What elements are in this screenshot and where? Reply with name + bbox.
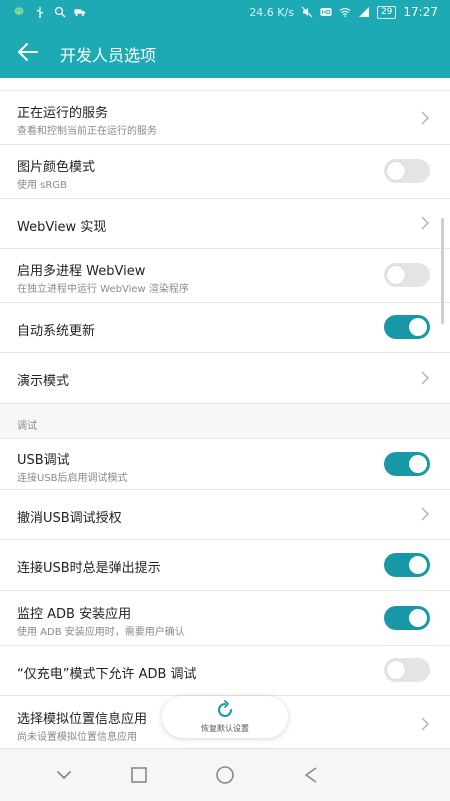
truck-icon [74,9,86,17]
status-bar: 24.6 K/s 29 17:27 [0,0,450,26]
mute-icon [301,6,313,18]
arrow-left-icon [18,43,38,61]
section-title: 调试 [17,421,37,432]
list-top-edge [0,78,450,91]
setting-title: 连接USB时总是弹出提示 [17,561,161,576]
image-color-mode-toggle[interactable] [384,159,430,183]
battery-level: 29 [376,5,397,19]
setting-title: USB调试 [17,453,70,468]
setting-subtitle: 连接USB后启用调试模式 [17,473,128,484]
setting-title: 选择模拟位置信息应用 [17,712,148,727]
setting-multiprocess-webview[interactable]: 启用多进程 WebView 在独立进程中运行 WebView 渲染程序 [0,249,450,303]
setting-revoke-usb-auth[interactable]: 撤消USB调试授权 [0,490,450,540]
setting-image-color-mode[interactable]: 图片颜色模式 使用 sRGB [0,145,450,199]
setting-auto-update[interactable]: 自动系统更新 [0,303,450,353]
wifi-icon [339,8,351,17]
clock: 17:27 [403,5,438,19]
home-circle-icon[interactable] [213,763,237,787]
auto-update-toggle[interactable] [384,315,430,339]
navigation-bar [0,748,450,801]
settings-list: 正在运行的服务 查看和控制当前正在运行的服务 图片颜色模式 使用 sRGB We… [0,78,450,748]
multiprocess-webview-toggle[interactable] [384,263,430,287]
chevron-right-icon [421,111,430,125]
restore-defaults-button[interactable]: 恢复默认设置 [162,696,288,738]
usb-prompt-toggle[interactable] [384,553,430,577]
charge-only-adb-toggle[interactable] [384,658,430,682]
chevron-right-icon [421,371,430,385]
app-bar: 开发人员选项 [0,26,450,78]
restore-defaults-label: 恢复默认设置 [201,724,249,733]
monitor-adb-install-toggle[interactable] [384,606,430,630]
setting-subtitle: 尚未设置模拟位置信息应用 [17,732,137,743]
setting-charge-only-adb[interactable]: “仅充电”模式下允许 ADB 调试 [0,646,450,696]
setting-title: WebView 实现 [17,220,107,235]
setting-title: 图片颜色模式 [17,160,96,175]
setting-title: 演示模式 [17,374,70,389]
wechat-icon [14,7,24,15]
back-button[interactable] [10,36,46,68]
recents-square-icon[interactable] [127,763,151,787]
signal-icon [358,7,369,17]
setting-title: 监控 ADB 安装应用 [17,607,132,622]
hd-icon [320,8,332,16]
usb-debugging-toggle[interactable] [384,452,430,476]
setting-subtitle: 使用 ADB 安装应用时，需要用户确认 [17,627,185,638]
setting-demo-mode[interactable]: 演示模式 [0,353,450,404]
scrollbar[interactable] [441,218,444,324]
setting-title: 自动系统更新 [17,324,96,339]
chevron-right-icon [421,216,430,230]
search-icon [54,6,66,18]
setting-running-services[interactable]: 正在运行的服务 查看和控制当前正在运行的服务 [0,91,450,145]
usb-icon [36,7,44,18]
status-icons-right: 24.6 K/s 29 17:27 [249,5,438,19]
setting-title: “仅充电”模式下允许 ADB 调试 [17,667,197,682]
refresh-icon [218,700,232,717]
setting-webview-impl[interactable]: WebView 实现 [0,199,450,249]
setting-title: 启用多进程 WebView [17,264,146,279]
setting-title: 正在运行的服务 [17,106,109,121]
setting-monitor-adb-install[interactable]: 监控 ADB 安装应用 使用 ADB 安装应用时，需要用户确认 [0,591,450,646]
section-header-debugging: 调试 [0,404,450,439]
back-triangle-icon[interactable] [300,763,324,787]
setting-title: 撤消USB调试授权 [17,511,122,526]
status-icons-left [14,6,86,18]
network-speed: 24.6 K/s [249,5,294,19]
chevron-right-icon [421,717,430,731]
chevron-right-icon [421,507,430,521]
setting-subtitle: 使用 sRGB [17,180,67,191]
setting-usb-debugging[interactable]: USB调试 连接USB后启用调试模式 [0,439,450,490]
page-title: 开发人员选项 [60,46,157,65]
chevron-down-icon[interactable] [52,763,76,787]
setting-subtitle: 查看和控制当前正在运行的服务 [17,126,157,137]
setting-subtitle: 在独立进程中运行 WebView 渲染程序 [17,284,189,295]
setting-usb-prompt[interactable]: 连接USB时总是弹出提示 [0,540,450,591]
